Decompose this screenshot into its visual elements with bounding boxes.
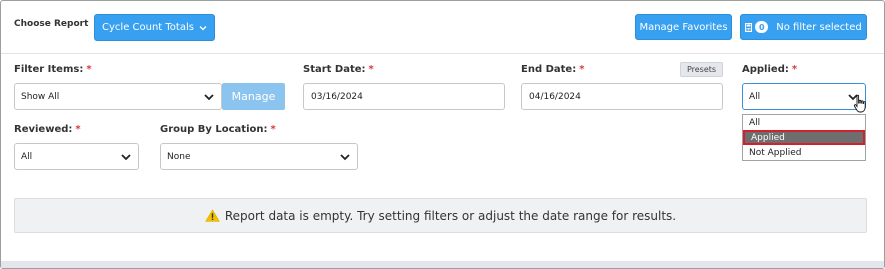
filter-items-value: Show All xyxy=(21,91,60,102)
empty-report-text: Report data is empty. Try setting filter… xyxy=(224,208,677,223)
reviewed-value: All xyxy=(21,151,33,162)
applied-options-list: All Applied Not Applied xyxy=(742,114,866,161)
applied-option-applied[interactable]: Applied xyxy=(743,130,865,145)
report-dropdown-button[interactable]: Cycle Count Totals xyxy=(94,14,215,41)
applied-select[interactable]: All xyxy=(742,83,866,110)
applied-label: Applied: * xyxy=(742,64,798,75)
warning-icon xyxy=(205,209,220,222)
header-divider xyxy=(1,53,884,54)
choose-report-label: Choose Report xyxy=(14,19,89,29)
group-by-location-select[interactable]: None xyxy=(160,143,358,170)
chevron-down-icon xyxy=(199,25,207,30)
bottom-strip xyxy=(1,261,884,268)
start-date-input[interactable]: 03/16/2024 xyxy=(303,83,505,110)
reviewed-label: Reviewed: * xyxy=(14,124,81,135)
start-date-label: Start Date: * xyxy=(303,64,374,75)
filter-items-label: Filter Items: * xyxy=(14,64,92,75)
reviewed-select[interactable]: All xyxy=(14,143,139,170)
chevron-down-icon xyxy=(204,93,214,100)
presets-button[interactable]: Presets xyxy=(680,62,723,77)
group-by-location-label: Group By Location: * xyxy=(160,124,276,135)
manage-filter-items-button[interactable]: Manage xyxy=(222,83,285,110)
applied-value: All xyxy=(749,91,761,102)
end-date-label: End Date: * xyxy=(521,64,585,75)
applied-option-not-applied[interactable]: Not Applied xyxy=(743,145,865,160)
filter-status-label: No filter selected xyxy=(776,21,862,33)
chevron-down-icon xyxy=(340,153,350,160)
filter-status-button[interactable]: 0 No filter selected xyxy=(740,14,867,40)
manage-favorites-button[interactable]: Manage Favorites xyxy=(635,14,732,40)
end-date-input[interactable]: 04/16/2024 xyxy=(521,83,723,110)
chevron-down-icon xyxy=(121,153,131,160)
report-dropdown-label: Cycle Count Totals xyxy=(102,22,194,33)
calculator-icon xyxy=(745,22,753,32)
hand-cursor-icon xyxy=(853,94,866,113)
filter-count-badge: 0 xyxy=(755,21,769,33)
group-by-location-value: None xyxy=(167,151,191,162)
applied-option-all[interactable]: All xyxy=(743,115,865,130)
filter-items-select[interactable]: Show All xyxy=(14,83,222,110)
empty-report-message: Report data is empty. Try setting filter… xyxy=(14,198,867,233)
